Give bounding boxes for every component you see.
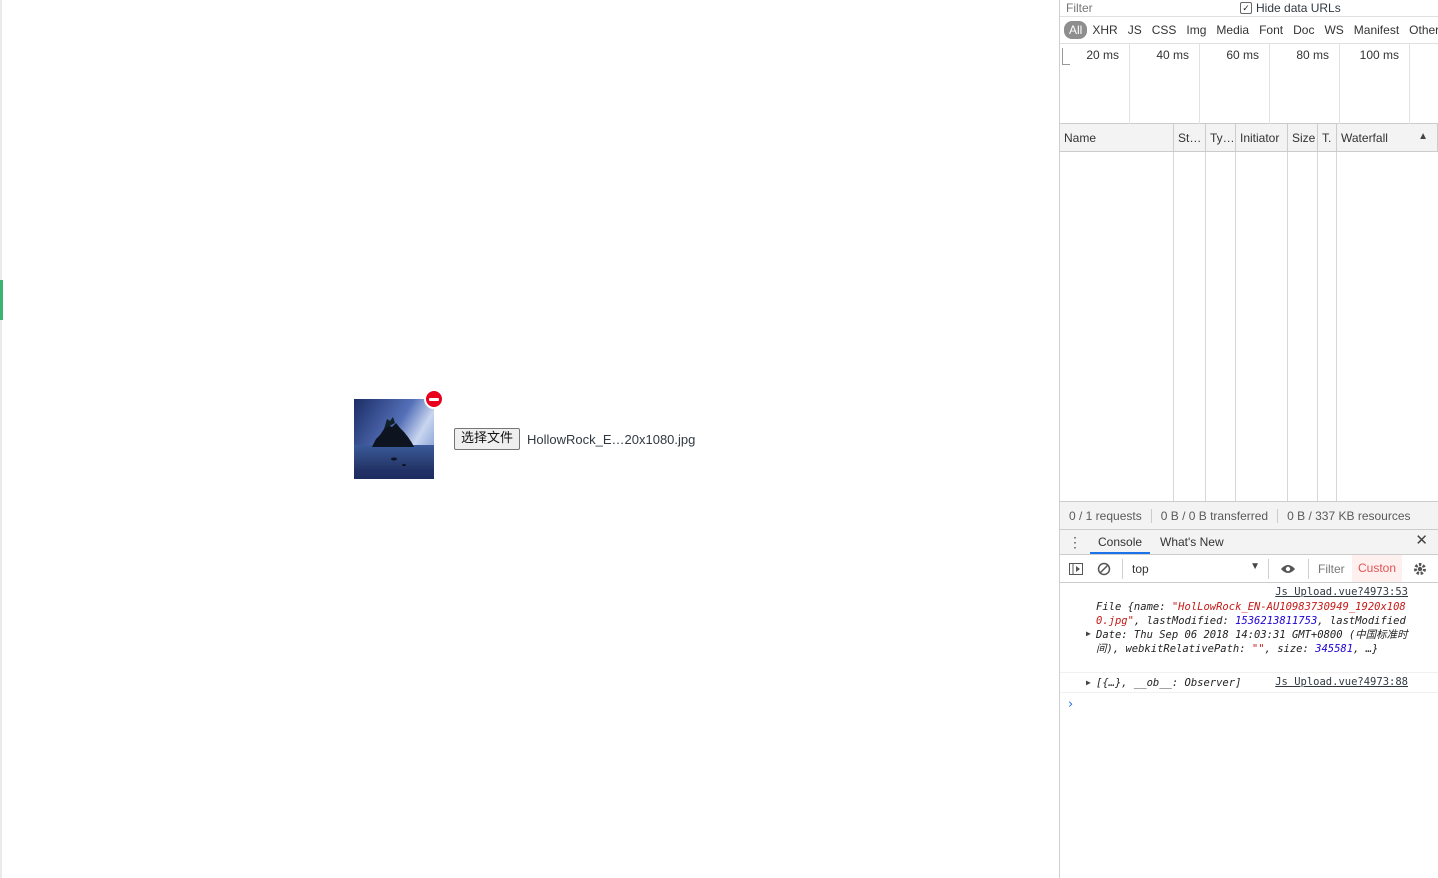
type-filter-media[interactable]: Media	[1211, 21, 1254, 39]
timeline-tick-label: 100 ms	[1359, 48, 1399, 62]
console-message: ▶ [{…}, __ob__: Observer] Js Upload.vue?…	[1060, 673, 1438, 693]
object-key: , size:	[1264, 643, 1316, 655]
timeline-tick-label: 40 ms	[1156, 48, 1189, 62]
console-toolbar: top ▼ Filter Custon	[1060, 555, 1438, 583]
object-key: , lastModified:	[1133, 615, 1236, 627]
console-message: Js Upload.vue?4973:53 ▶ File {name: "Hol…	[1060, 583, 1438, 673]
remove-image-button[interactable]	[424, 389, 444, 409]
column-divider	[1287, 152, 1288, 501]
live-expression-eye-icon[interactable]	[1280, 561, 1296, 577]
resource-type-filters: All XHR JS CSS Img Media Font Doc WS Manifest Othe…	[1060, 17, 1438, 44]
dropdown-arrow-icon: ▼	[1250, 561, 1260, 572]
type-filter-xhr[interactable]: XHR	[1087, 21, 1122, 39]
type-filter-all[interactable]: All	[1064, 21, 1088, 39]
timeline-tick: 40 ms	[1130, 44, 1200, 124]
column-header-name[interactable]: Name	[1060, 124, 1174, 152]
column-header-5[interactable]: T.	[1318, 124, 1337, 152]
tab-whats-new[interactable]: What's New	[1160, 530, 1224, 554]
timeline-tick: 100 ms	[1340, 44, 1410, 124]
selected-file-name: HollowRock_E…20x1080.jpg	[527, 432, 696, 447]
type-filter-manifest[interactable]: Manifest	[1349, 21, 1404, 39]
column-header-3[interactable]: Initiator	[1236, 124, 1288, 152]
hide-data-urls-label: Hide data URLs	[1256, 1, 1341, 15]
transferred-size: 0 B / 0 B transferred	[1152, 508, 1279, 523]
network-filter-bar: ✓ Hide data URLs	[1060, 0, 1438, 17]
timeline-tick: 20 ms	[1060, 44, 1130, 124]
choose-file-button[interactable]: 选择文件	[454, 428, 521, 450]
toolbar-divider	[1308, 559, 1309, 579]
log-levels-dropdown[interactable]: Custon	[1352, 555, 1402, 582]
timeline-tick-label: 80 ms	[1296, 48, 1329, 62]
type-filter-ws[interactable]: WS	[1319, 21, 1348, 39]
network-overview-timeline: 20 ms 40 ms 60 ms 80 ms 100 ms	[1060, 44, 1438, 124]
message-source-link[interactable]: Js Upload.vue?4973:53	[1275, 586, 1408, 598]
image-preview	[354, 399, 434, 479]
toolbar-divider	[1122, 559, 1123, 579]
close-drawer-icon[interactable]: ✕	[1415, 533, 1428, 549]
requests-table-header: Name St… Ty… Initiator Size T. Waterfall ▲	[1060, 124, 1438, 152]
minus-icon	[429, 397, 439, 401]
execution-context-select[interactable]: top ▼	[1132, 561, 1260, 577]
timeline-tick: 80 ms	[1270, 44, 1340, 124]
type-filter-font[interactable]: Font	[1254, 21, 1288, 39]
console-output: Js Upload.vue?4973:53 ▶ File {name: "Hol…	[1060, 583, 1438, 878]
timeline-tick: 60 ms	[1200, 44, 1270, 124]
type-filter-css[interactable]: CSS	[1147, 21, 1182, 39]
column-divider	[1205, 152, 1206, 501]
type-filter-other[interactable]: Other	[1404, 21, 1438, 39]
checkbox-checked-icon[interactable]: ✓	[1240, 2, 1252, 14]
object-suffix: , …}	[1353, 643, 1379, 655]
tab-console[interactable]: Console	[1090, 530, 1151, 554]
type-filter-img[interactable]: Img	[1181, 21, 1211, 39]
sort-ascending-icon[interactable]: ▲	[1418, 124, 1428, 150]
requests-count: 0 / 1 requests	[1060, 508, 1152, 523]
thumbnail-image	[354, 399, 434, 479]
console-filter-input[interactable]: Filter	[1318, 562, 1345, 576]
devtools-panel: ✓ Hide data URLs AllXHRJSCSSImgMediaFont…	[1059, 0, 1438, 878]
column-divider	[1336, 152, 1337, 501]
column-header-1[interactable]: St…	[1174, 124, 1206, 152]
sidebar-toggle-icon[interactable]	[1068, 561, 1084, 577]
page-left-edge	[0, 0, 2, 878]
last-modified-value: 1536213811753	[1235, 615, 1318, 627]
column-header-4[interactable]: Size	[1288, 124, 1318, 152]
timeline-tick-label: 60 ms	[1226, 48, 1259, 62]
type-filter-js[interactable]: JS	[1123, 21, 1147, 39]
expand-triangle-icon[interactable]: ▶	[1086, 629, 1091, 638]
size-value: 345581	[1315, 643, 1354, 655]
column-divider	[1317, 152, 1318, 501]
network-filter-input[interactable]	[1064, 0, 1232, 16]
resources-size: 0 B / 337 KB resources	[1287, 508, 1411, 523]
context-value: top	[1132, 562, 1149, 576]
relative-path-value: ""	[1251, 643, 1265, 655]
message-source-link[interactable]: Js Upload.vue?4973:88	[1275, 676, 1408, 688]
column-header-2[interactable]: Ty…	[1206, 124, 1236, 152]
column-divider	[1235, 152, 1236, 501]
more-tabs-icon[interactable]: ⋮	[1068, 534, 1082, 550]
clear-console-icon[interactable]	[1096, 561, 1112, 577]
web-page: 选择文件 HollowRock_E…20x1080.jpg	[0, 0, 1059, 878]
drawer-tab-bar: ⋮ Console What's New ✕	[1060, 529, 1438, 555]
type-filter-doc[interactable]: Doc	[1288, 21, 1319, 39]
file-object-preview[interactable]: File {name: "HolLowRock_EN-AU10983730949…	[1096, 600, 1412, 656]
network-summary-bar: 0 / 1 requests 0 B / 0 B transferred 0 B…	[1060, 501, 1438, 529]
requests-table-body	[1060, 152, 1438, 501]
column-divider	[1173, 152, 1174, 501]
timeline-tick-label: 20 ms	[1086, 48, 1119, 62]
scroll-marker	[0, 280, 3, 320]
console-settings-gear-icon[interactable]	[1412, 561, 1428, 577]
console-prompt[interactable]: ›	[1068, 697, 1073, 712]
hide-data-urls-option[interactable]: ✓ Hide data URLs	[1240, 0, 1341, 16]
expand-triangle-icon[interactable]: ▶	[1086, 678, 1091, 687]
toolbar-divider	[1268, 559, 1269, 579]
object-prefix: File {name:	[1096, 601, 1172, 613]
array-preview[interactable]: [{…}, __ob__: Observer]	[1096, 676, 1258, 690]
